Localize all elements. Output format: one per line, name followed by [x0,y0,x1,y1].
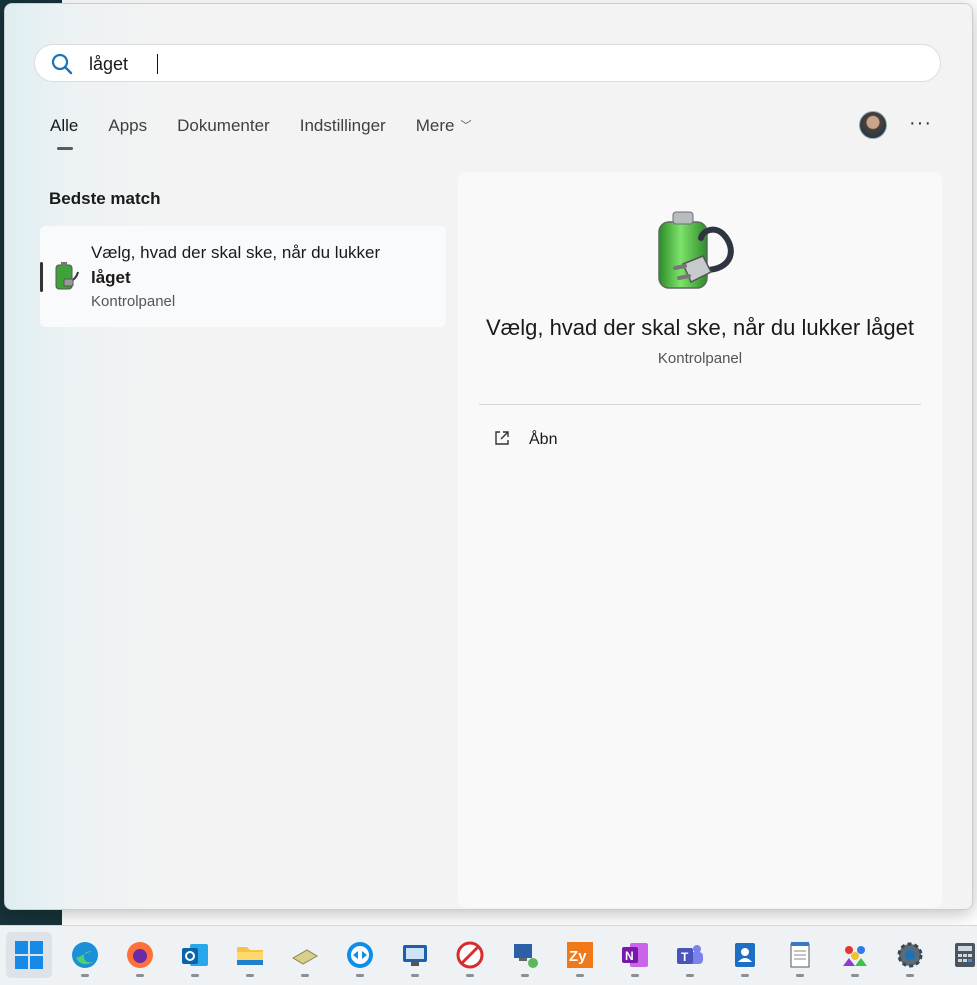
taskbar-edge[interactable] [62,932,108,978]
result-subtitle: Kontrolpanel [91,293,176,310]
notepad-icon [790,942,810,968]
tab-documents-label: Dokumenter [177,116,270,135]
taskbar-block-app[interactable] [447,932,493,978]
search-input[interactable] [89,53,889,75]
outlook-icon [182,944,208,966]
taskbar: Zy N T [0,925,977,985]
firefox-icon [127,942,153,968]
detail-title: Vælg, hvad der skal ske, når du lukker l… [485,315,914,340]
filter-tabs: Alle Apps Dokumenter Indstillinger Mere ﹀ [50,116,501,156]
chevron-down-icon: ﹀ [460,120,472,132]
taskbar-people-app[interactable] [832,932,878,978]
taskbar-settings[interactable] [887,932,933,978]
zy-icon: Zy [567,942,593,968]
taskbar-calculator[interactable] [942,932,977,978]
windows-logo-icon [15,941,43,969]
running-indicator [576,974,584,977]
running-indicator [631,974,639,977]
running-indicator [301,974,309,977]
detail-subtitle: Kontrolpanel [657,350,743,367]
network-computer-icon [514,944,538,968]
open-external-icon [495,431,509,445]
onenote-icon: N [622,943,648,967]
running-indicator [191,974,199,977]
taskbar-money-app[interactable] [282,932,328,978]
taskbar-onenote[interactable]: N [612,932,658,978]
running-indicator [466,974,474,977]
remote-desktop-icon [403,945,427,966]
selection-indicator [40,262,43,292]
start-button[interactable] [6,932,52,978]
tab-documents[interactable]: Dokumenter [177,116,270,136]
taskbar-teams[interactable]: T [667,932,713,978]
tab-settings[interactable]: Indstillinger [300,116,386,136]
svg-text:T: T [681,950,689,964]
taskbar-contacts[interactable] [722,932,768,978]
taskbar-notepad[interactable] [777,932,823,978]
avatar[interactable] [859,111,887,139]
battery-plug-icon [658,211,734,289]
running-indicator [741,974,749,977]
running-indicator [246,974,254,977]
taskbar-remote-desktop[interactable] [392,932,438,978]
tab-more[interactable]: Mere ﹀ [416,116,472,136]
search-box[interactable] [34,44,941,82]
edge-icon [72,942,98,968]
search-flyout: Alle Apps Dokumenter Indstillinger Mere ﹀… [4,3,973,910]
taskbar-network-computer[interactable] [502,932,548,978]
taskbar-firefox[interactable] [117,932,163,978]
tab-settings-label: Indstillinger [299,116,386,135]
result-title: Vælg, hvad der skal ske, når du lukker l… [91,240,421,290]
tab-all[interactable]: Alle [50,116,79,150]
contacts-icon [735,943,755,967]
detail-pane: Vælg, hvad der skal ske, når du lukker l… [458,172,942,908]
running-indicator [136,974,144,977]
gear-icon [897,942,923,968]
calculator-icon [955,943,975,967]
svg-text:Zy: Zy [569,948,587,965]
open-action-label: Åbn [529,431,558,448]
search-icon [51,53,73,75]
money-icon [292,949,318,965]
more-options-button[interactable]: ··· [909,112,932,135]
folder-icon [237,947,263,965]
running-indicator [411,974,419,977]
divider [479,404,921,405]
tab-all-label: Alle [50,116,79,135]
block-icon [456,941,484,969]
running-indicator [686,974,694,977]
text-caret [157,54,158,74]
running-indicator [796,974,804,977]
taskbar-zy-app[interactable]: Zy [557,932,603,978]
people-icon [843,946,867,966]
running-indicator [851,974,859,977]
result-title-highlight: låget [91,268,131,287]
result-title-text: Vælg, hvad der skal ske, når du lukker [91,243,381,262]
taskbar-outlook[interactable] [172,932,218,978]
tab-apps-label: Apps [108,116,148,135]
best-match-heading: Bedste match [49,189,161,208]
taskbar-teamviewer[interactable] [337,932,383,978]
running-indicator [356,974,364,977]
running-indicator [521,974,529,977]
open-action[interactable]: Åbn [479,419,921,459]
tab-apps[interactable]: Apps [108,116,147,136]
tab-more-label: Mere [415,116,455,135]
teamviewer-icon [347,942,373,968]
teams-icon: T [677,945,703,964]
running-indicator [906,974,914,977]
svg-text:N: N [625,949,634,963]
best-match-result[interactable]: Vælg, hvad der skal ske, når du lukker l… [40,226,446,327]
battery-plug-icon [55,262,79,290]
taskbar-file-explorer[interactable] [227,932,273,978]
running-indicator [81,974,89,977]
